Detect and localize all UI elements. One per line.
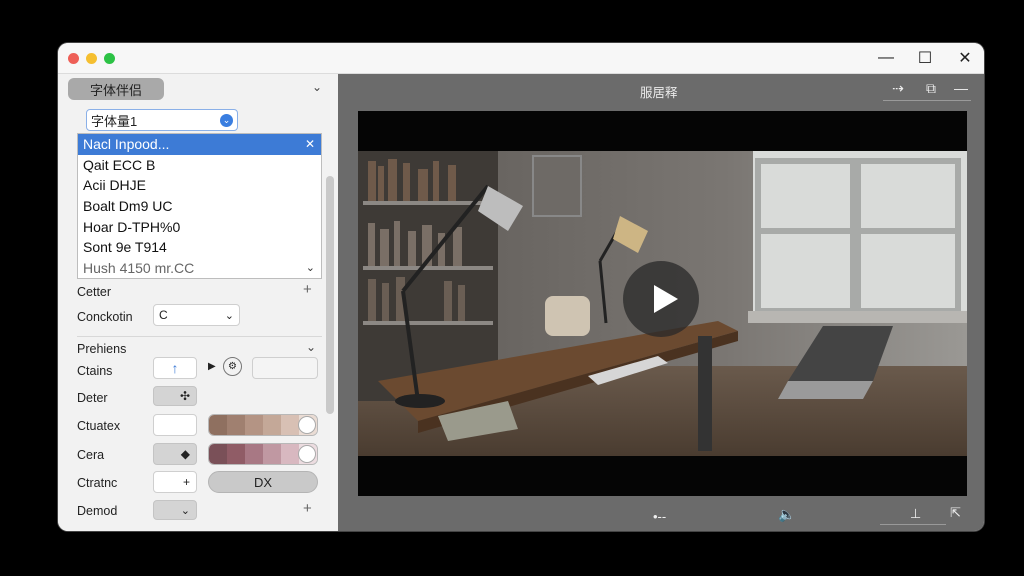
add-icon[interactable]: + (153, 471, 197, 493)
app-window: — ☐ ✕ 字体伴侣 ⌄ 字体量1 ⌄ Nacl Inpood... ✕ Qai… (58, 43, 984, 531)
chevron-down-icon[interactable]: ⌄ (306, 340, 316, 354)
list-item[interactable]: Acii DHJE (78, 175, 321, 196)
minimize-panel-icon[interactable]: — (951, 80, 971, 96)
title-bar: — ☐ ✕ (58, 43, 984, 74)
font-name-value: 字体量1 (91, 113, 138, 129)
cera-label: Cera (77, 448, 105, 462)
cetter-label: Cetter (77, 285, 112, 299)
diamond-icon[interactable]: ◆ (153, 443, 197, 465)
conckotin-select[interactable]: C ⌄ (153, 304, 240, 326)
deter-label: Deter (77, 391, 108, 405)
clear-icon[interactable]: ✕ (305, 134, 315, 155)
pin-icon[interactable]: ⇢ (888, 80, 908, 97)
chevron-down-icon[interactable]: ⌄ (312, 80, 322, 94)
play-button[interactable] (623, 261, 699, 337)
chevron-down-icon[interactable]: ⌄ (153, 500, 197, 520)
slider-knob[interactable] (298, 445, 316, 463)
ctains-value-field[interactable] (252, 357, 318, 379)
video-frame (358, 151, 967, 456)
scrollbar[interactable] (326, 176, 334, 414)
ctuatex-label: Ctuatex (77, 419, 121, 433)
ctratnc-label: Ctratnc (77, 476, 118, 490)
ctuatex-color-slider[interactable] (208, 414, 318, 436)
divider (77, 336, 322, 337)
caret-right-icon[interactable]: ▶ (208, 361, 216, 372)
slider-knob[interactable] (298, 416, 316, 434)
minimize-traffic-light[interactable] (86, 53, 97, 64)
cera-color-slider[interactable] (208, 443, 318, 465)
crop-icon[interactable]: ⧉ (921, 80, 941, 97)
add-icon[interactable]: + (303, 500, 312, 517)
demod-label: Demod (77, 504, 118, 518)
group-pill[interactable]: 字体伴侣 (68, 78, 164, 100)
toolbar-divider (883, 100, 971, 101)
font-name-input[interactable]: 字体量1 ⌄ (86, 109, 238, 131)
ctains-label: Ctains (77, 364, 113, 378)
maximize-icon[interactable]: ☐ (915, 48, 935, 68)
section-title: Prehiens (77, 342, 127, 356)
move-icon[interactable]: ✣ (153, 386, 197, 406)
add-icon[interactable]: + (303, 281, 312, 298)
dx-button[interactable]: DX (208, 471, 318, 493)
font-dropdown-list: Nacl Inpood... ✕ Qait ECC B Acii DHJE Bo… (77, 133, 322, 279)
list-item[interactable]: Hush 4150 mr.CC ⌄ (78, 258, 321, 279)
conckotin-select-value: C (159, 308, 168, 322)
list-item[interactable]: Sont 9e T914 (78, 237, 321, 258)
arrow-up-icon[interactable]: ↑ (153, 357, 197, 379)
close-traffic-light[interactable] (68, 53, 79, 64)
list-item[interactable]: Hoar D-TPH%0 (78, 217, 321, 238)
list-item[interactable]: Qait ECC B (78, 155, 321, 176)
video-player[interactable] (358, 111, 967, 496)
settings-icon[interactable]: ⚙ (223, 357, 242, 376)
dropdown-toggle-icon[interactable]: ⌄ (220, 114, 233, 127)
viewer-title: 服居释 (640, 86, 678, 100)
progress-dots-icon[interactable]: •-- (653, 509, 666, 524)
zoom-traffic-light[interactable] (104, 53, 115, 64)
settings-panel: 字体伴侣 ⌄ 字体量1 ⌄ Nacl Inpood... ✕ Qait ECC … (58, 74, 338, 531)
close-icon[interactable]: ✕ (955, 48, 975, 68)
volume-icon[interactable]: 🔈 (778, 506, 795, 523)
conckotin-label: Conckotin (77, 310, 133, 324)
list-item[interactable]: Nacl Inpood... ✕ (78, 134, 321, 155)
ctuatex-field[interactable] (153, 414, 197, 436)
media-viewer: 服居释 ⇢ ⧉ — •-- 🔈 ⊥ ⇱ (338, 74, 984, 531)
chevron-down-icon[interactable]: ⌄ (306, 258, 315, 279)
controls-divider (880, 524, 946, 525)
chevron-down-icon: ⌄ (224, 309, 234, 322)
fullscreen-icon[interactable]: ⇱ (950, 505, 961, 521)
minimize-icon[interactable]: — (876, 48, 896, 68)
list-item[interactable]: Boalt Dm9 UC (78, 196, 321, 217)
pin-icon[interactable]: ⊥ (910, 506, 921, 522)
